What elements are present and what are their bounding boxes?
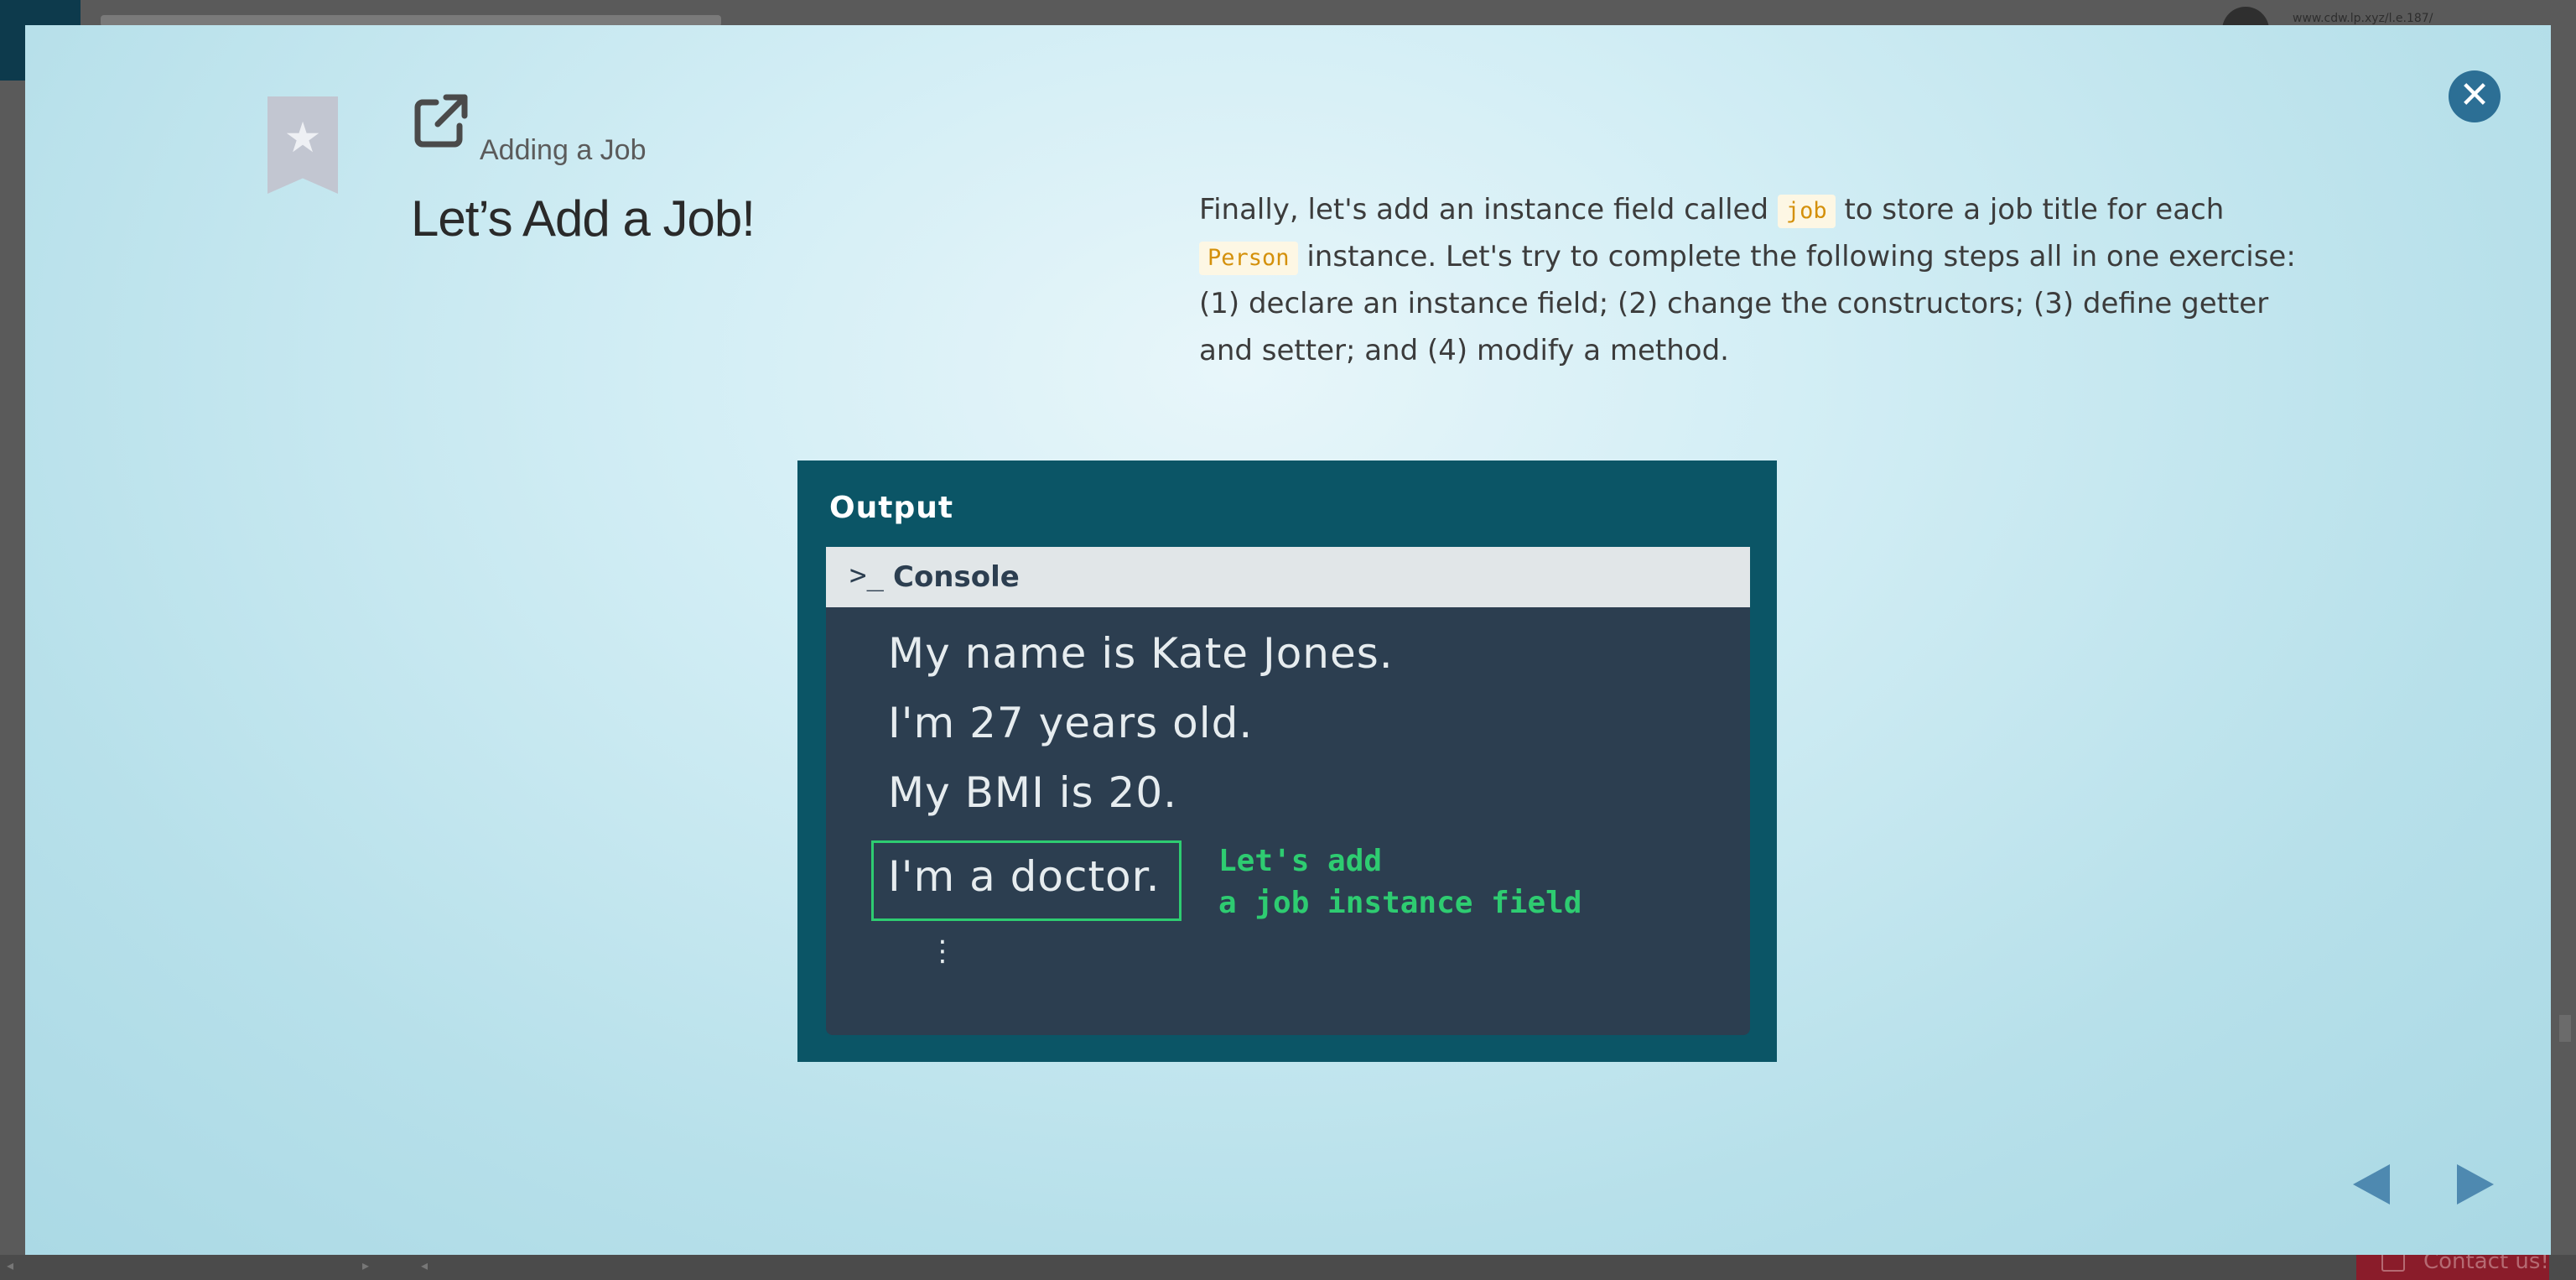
scroll-right-icon: ▸ [362,1257,370,1273]
background-url-text: www.cdw.lp.xyz/l.e.187/ [2293,12,2433,25]
console-label: Console [893,560,1020,594]
next-arrow-icon[interactable] [2457,1164,2494,1205]
annotation-line: a job instance field [1218,886,1582,920]
lesson-modal: ✕ ★ Adding a Job Let’s Add a Job! Finall… [25,25,2551,1255]
terminal-icon: >_ [849,559,884,592]
background-scrollbar-thumb [2559,1015,2571,1042]
close-icon[interactable]: ✕ [2449,70,2501,122]
scroll-left-icon: ◂ [7,1257,14,1273]
lesson-description: Finally, let's add an instance field cal… [1199,186,2314,374]
console-line: I'm 27 years old. [888,699,1254,747]
scroll-left-icon: ◂ [421,1257,428,1273]
bookmark-star-icon: ★ [283,113,322,162]
background-bottom-bar: ◂ ▸ ◂ Contact us! [0,1243,2576,1280]
description-text: to store a job title for each [1835,193,2225,226]
ellipsis-icon: ⋮ [928,934,957,968]
annotation-line: Let's add [1218,844,1383,878]
external-link-icon[interactable] [411,91,471,151]
lesson-subtitle: Adding a Job [480,134,647,166]
console-line: My BMI is 20. [888,768,1178,817]
description-text: instance. Let's try to complete the foll… [1199,240,2296,367]
console-line-highlighted: I'm a doctor. [888,852,1161,901]
output-header: Output [829,491,954,525]
output-image: Output >_ Console My name is Kate Jones.… [797,460,1777,1062]
prev-arrow-icon[interactable] [2353,1164,2390,1205]
description-text: Finally, let's add an instance field cal… [1199,193,1778,226]
bookmark-icon[interactable]: ★ [267,96,338,194]
code-snippet-job: job [1777,194,1836,228]
console-line: My name is Kate Jones. [888,629,1394,678]
page-title: Let’s Add a Job! [411,190,756,247]
console-panel: >_ Console My name is Kate Jones. I'm 27… [826,547,1750,1035]
code-snippet-person: Person [1199,241,1298,275]
console-title-bar: >_ Console [826,547,1750,607]
annotation-text: Let's add a job instance field [1218,840,1581,924]
